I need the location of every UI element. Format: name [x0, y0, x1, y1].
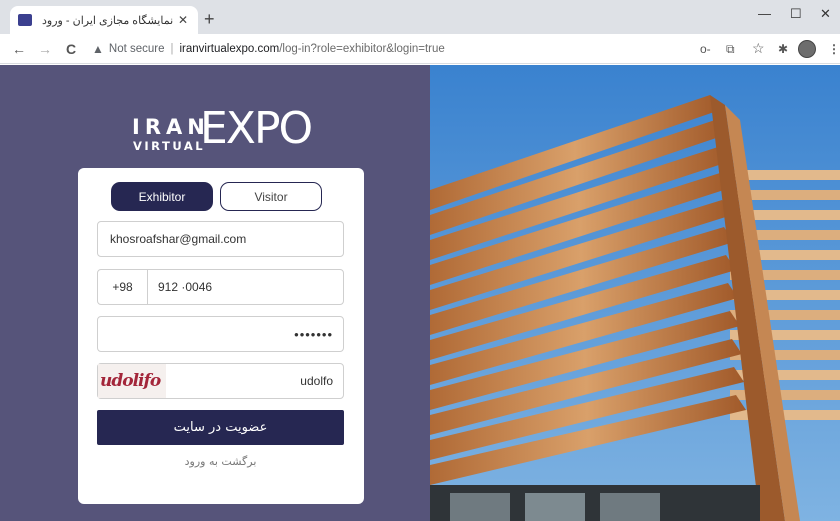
new-tab-button[interactable]: +: [204, 10, 215, 28]
tab-close-icon[interactable]: ✕: [176, 13, 190, 27]
profile-avatar[interactable]: [798, 40, 816, 58]
captcha-image: udolifo: [98, 364, 167, 398]
login-panel: IRAN VIRTUAL EXPO Exhibitor Visitor khos…: [0, 65, 430, 521]
page-content: IRAN VIRTUAL EXPO Exhibitor Visitor khos…: [0, 65, 840, 521]
browser-tab[interactable]: نمایشگاه مجازی ایران - ورود ✕: [10, 6, 198, 34]
phone-field[interactable]: +98 912 ·0046: [97, 269, 344, 305]
browser-tab-bar: نمایشگاه مجازی ایران - ورود ✕ + — ☐ ✕: [0, 0, 840, 34]
reload-icon[interactable]: C: [66, 41, 76, 57]
register-button[interactable]: عضویت در سایت: [97, 410, 344, 445]
url-path: /log-in?role=exhibitor&login=true: [279, 43, 445, 55]
back-arrow-icon[interactable]: ←: [12, 41, 26, 57]
address-bar-row: ← → C ▲ Not secure | iranvirtualexpo.com…: [0, 34, 840, 64]
extensions-puzzle-icon[interactable]: ✱: [778, 42, 788, 56]
iran-virtual-expo-logo: IRAN VIRTUAL EXPO: [128, 103, 328, 165]
logo-virtual-text: VIRTUAL: [133, 139, 206, 153]
logo-iran-text: IRAN: [132, 115, 210, 139]
maximize-button[interactable]: ☐: [790, 6, 802, 22]
logo-expo-text: EXPO: [200, 103, 313, 154]
warning-triangle-icon: ▲: [92, 42, 104, 56]
login-card: Exhibitor Visitor khosroafshar@gmail.com…: [78, 168, 364, 504]
browser-menu-icon[interactable]: ⋮: [828, 42, 840, 56]
country-code[interactable]: +98: [98, 270, 148, 304]
phone-number-input[interactable]: 912 ·0046: [148, 280, 212, 294]
hero-image: [430, 65, 840, 521]
bookmark-star-icon[interactable]: ☆: [752, 40, 765, 57]
tab-title: نمایشگاه مجازی ایران - ورود: [42, 14, 174, 27]
captcha-input[interactable]: udolfo: [300, 374, 333, 388]
url-host: iranvirtualexpo.com: [179, 43, 280, 55]
exhibitor-tab-button[interactable]: Exhibitor: [111, 182, 213, 211]
url-separator: |: [170, 43, 174, 55]
key-icon[interactable]: o-: [700, 42, 711, 56]
minimize-button[interactable]: —: [758, 6, 771, 21]
captcha-field[interactable]: udolifo udolfo: [97, 363, 344, 399]
email-field[interactable]: khosroafshar@gmail.com: [97, 221, 344, 257]
site-favicon-icon: [18, 14, 32, 26]
translate-icon[interactable]: ⧉: [726, 42, 735, 57]
back-to-login-link[interactable]: برگشت به ورود: [97, 455, 344, 468]
security-label[interactable]: Not secure: [109, 43, 165, 55]
password-field[interactable]: •••••••: [97, 316, 344, 352]
forward-arrow-icon[interactable]: →: [38, 41, 52, 57]
close-window-button[interactable]: ✕: [820, 6, 831, 22]
wooden-building-image: [430, 65, 840, 521]
visitor-tab-button[interactable]: Visitor: [220, 182, 322, 211]
url-field[interactable]: ▲ Not secure | iranvirtualexpo.com /log-…: [92, 38, 692, 60]
